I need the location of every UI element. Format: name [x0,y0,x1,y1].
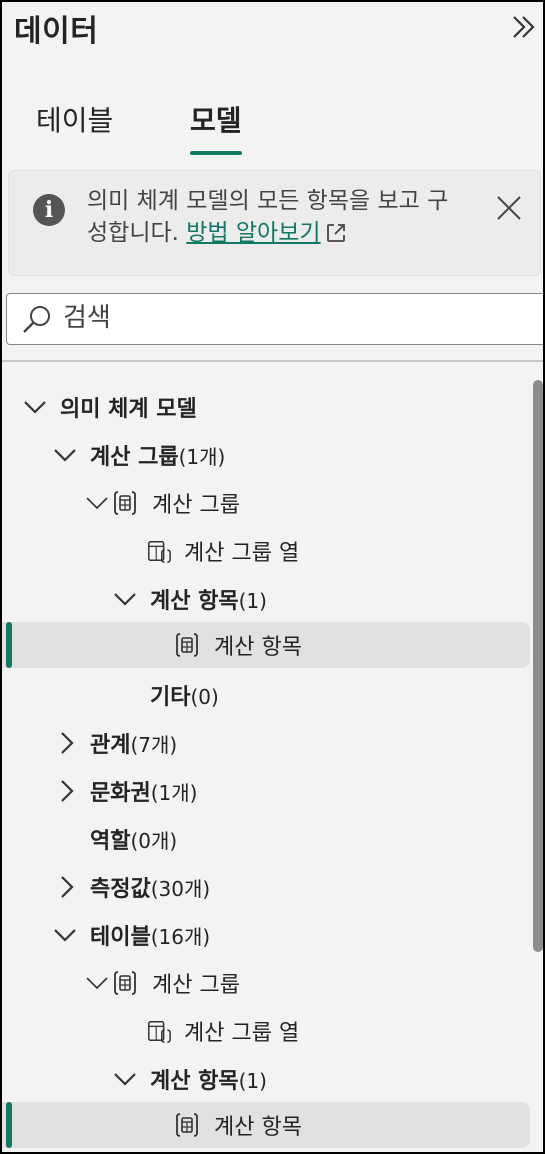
tree-node-calc-items[interactable]: 계산 항목(1) [2,576,530,622]
calc-column-icon [146,537,172,565]
tree-node-others[interactable]: 기타(0) [2,672,530,718]
chevron-down-icon[interactable] [84,490,110,516]
tree-node-calc-group-table[interactable]: 계산 그룹 [2,480,530,526]
divider [2,360,543,362]
selection-indicator [6,1102,12,1148]
learn-more-link[interactable]: 방법 알아보기 [186,220,320,246]
tree-node-tables[interactable]: 테이블(16개) [2,912,530,958]
tree-node-label: 계산 그룹(1개) [90,445,226,470]
tree-node-calc-item[interactable]: 계산 항목 [2,1102,530,1148]
scrollbar-thumb[interactable] [533,380,543,952]
data-pane: 데이터 테이블 모델 i 의미 체계 모델의 모든 항목을 보고 구성합니다. … [0,0,545,1154]
info-icon: i [33,194,65,226]
tree-node-label: 관계(7개) [90,733,178,758]
search-icon [23,306,50,333]
chevron-right-icon[interactable] [54,730,80,756]
double-chevron-right-icon [513,16,535,38]
close-icon [497,196,521,220]
tree-node-label: 계산 그룹 열 [184,541,300,566]
tree-node-calc-group-table[interactable]: 계산 그룹 [2,960,530,1006]
tab-tables[interactable]: 테이블 [36,97,113,153]
tab-model[interactable]: 모델 [190,97,242,155]
calc-group-icon [112,489,138,517]
selection-indicator [6,622,12,668]
tree-node-label: 계산 항목 [214,635,302,660]
tree-node-label: 문화권(1개) [90,781,198,806]
collapse-pane-button[interactable] [509,12,539,42]
tree-node-label: 계산 그룹 열 [184,1021,300,1046]
external-link-icon[interactable] [325,222,347,244]
active-tab-indicator [190,151,242,155]
chevron-down-icon[interactable] [22,394,48,420]
calc-item-icon [174,1111,200,1139]
calc-column-icon [146,1017,172,1045]
tree-node-label: 계산 그룹 [152,973,240,998]
tree-node-label: 계산 그룹 [152,493,240,518]
tree-node-semantic-model[interactable]: 의미 체계 모델 [2,384,530,430]
tree-node-cultures[interactable]: 문화권(1개) [2,768,530,814]
chevron-right-icon[interactable] [54,874,80,900]
search-placeholder: 검색 [63,303,111,333]
search-input[interactable]: 검색 [6,293,543,345]
chevron-down-icon[interactable] [112,1066,138,1092]
chevron-down-icon[interactable] [52,442,78,468]
tree-node-calc-group-column[interactable]: 계산 그룹 열 [2,528,530,574]
tree-node-label: 계산 항목 [214,1115,302,1140]
tree-node-label: 역할(0개) [90,829,178,854]
tree-node-relationships[interactable]: 관계(7개) [2,720,530,766]
tree-node-label: 계산 항목(1) [150,589,267,614]
tree-node-label: 기타(0) [150,685,219,710]
chevron-down-icon[interactable] [52,922,78,948]
info-banner: i 의미 체계 모델의 모든 항목을 보고 구성합니다. 방법 알아보기 [8,170,541,276]
tree-node-label: 계산 항목(1) [150,1069,267,1094]
tree-node-label: 테이블(16개) [90,925,211,950]
chevron-down-icon[interactable] [112,586,138,612]
tree-node-calc-items[interactable]: 계산 항목(1) [2,1056,530,1102]
tree-node-calc-item[interactable]: 계산 항목 [2,622,530,668]
chevron-down-icon[interactable] [84,970,110,996]
tree-node-measures[interactable]: 측정값(30개) [2,864,530,910]
tree-node-label: 측정값(30개) [90,877,211,902]
pane-title: 데이터 [14,14,99,49]
tab-model-label: 모델 [190,104,242,137]
calc-group-icon [112,969,138,997]
tree-node-calc-group-column[interactable]: 계산 그룹 열 [2,1008,530,1054]
tree-node-label: 의미 체계 모델 [60,397,197,422]
calc-item-icon [174,631,200,659]
chevron-right-icon[interactable] [54,778,80,804]
tree-node-calc-groups[interactable]: 계산 그룹(1개) [2,432,530,478]
dismiss-banner-button[interactable] [494,193,524,223]
tab-tables-label: 테이블 [36,104,114,137]
info-text: 의미 체계 모델의 모든 항목을 보고 구성합니다. 방법 알아보기 [87,185,467,249]
tab-bar: 테이블 모델 [2,97,543,157]
tree-node-roles[interactable]: 역할(0개) [2,816,530,862]
